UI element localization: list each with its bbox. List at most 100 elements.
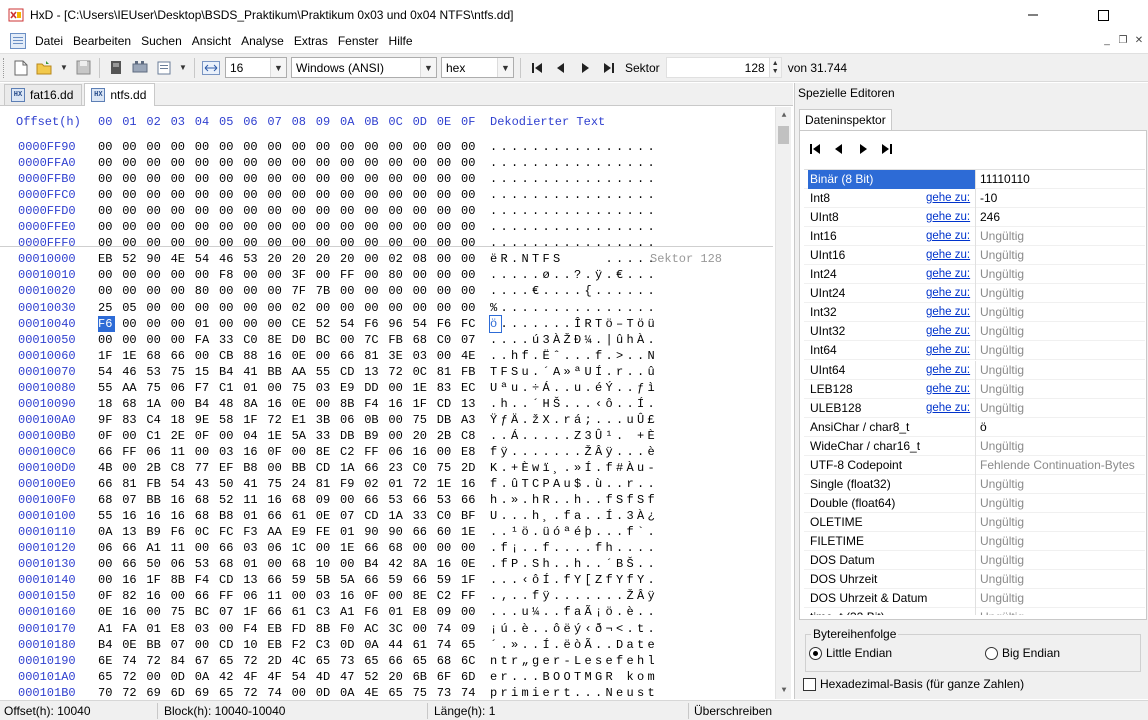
hex-byte[interactable]: 72 bbox=[243, 653, 263, 669]
decoded-text[interactable]: .... €....{...... bbox=[490, 283, 658, 299]
menu-bearbeiten[interactable]: Bearbeiten bbox=[68, 30, 136, 52]
hex-byte[interactable]: 4F bbox=[243, 669, 263, 685]
decoded-text[interactable]: n t r „ g e r - Le s e f e h l bbox=[490, 653, 658, 669]
hex-byte[interactable]: 08 bbox=[413, 251, 433, 267]
inspector-row[interactable]: OLETIME Ungültig bbox=[804, 512, 1145, 532]
inspector-row[interactable]: DOS Datum Ungültig bbox=[804, 551, 1145, 570]
hex-byte[interactable]: 88 bbox=[243, 348, 263, 364]
hex-byte[interactable]: E8 bbox=[413, 604, 433, 620]
hex-byte[interactable]: 00 bbox=[364, 155, 384, 171]
hex-byte[interactable]: 20 bbox=[267, 251, 287, 267]
hex-byte[interactable]: C3 bbox=[316, 604, 336, 620]
table-row[interactable]: 00010190 6E 74 72 84 67 65 72 2D 4C 65 73 65 66 65 68 6C… bbox=[0, 653, 773, 669]
toolbar-grip[interactable] bbox=[3, 57, 6, 78]
hex-byte[interactable]: 07 bbox=[340, 508, 360, 524]
hex-byte[interactable]: EB bbox=[267, 621, 287, 637]
last-sector-icon[interactable] bbox=[599, 58, 619, 78]
table-row[interactable]: 00010130 00 66 50 06 53 68 01 00 68 10 00 B4 42 8A 16 0E… bbox=[0, 556, 773, 572]
hex-byte[interactable]: EB bbox=[267, 637, 287, 653]
hex-byte[interactable]: 00 bbox=[413, 621, 433, 637]
mdi-minimize-icon[interactable]: _ bbox=[1100, 34, 1114, 48]
hex-byte[interactable]: 53 bbox=[388, 492, 408, 508]
hex-byte[interactable]: 68 bbox=[437, 653, 457, 669]
open-folder-icon[interactable] bbox=[35, 58, 55, 78]
hex-byte[interactable]: 00 bbox=[364, 235, 384, 251]
inspector-value[interactable]: 246 bbox=[980, 208, 1000, 227]
hex-byte[interactable]: 00 bbox=[437, 155, 457, 171]
hex-byte[interactable]: 00 bbox=[292, 187, 312, 203]
hex-byte[interactable]: 81 bbox=[437, 364, 457, 380]
hex-byte[interactable]: 66 bbox=[171, 348, 191, 364]
hex-byte[interactable]: 8B bbox=[171, 572, 191, 588]
hex-byte[interactable]: 00 bbox=[340, 139, 360, 155]
hex-byte[interactable]: 00 bbox=[98, 187, 118, 203]
hex-byte[interactable]: F4 bbox=[364, 396, 384, 412]
hex-byte[interactable]: 4E bbox=[171, 251, 191, 267]
hex-byte[interactable]: 74 bbox=[437, 637, 457, 653]
chevron-down-icon[interactable]: ▼ bbox=[497, 58, 513, 77]
hex-byte[interactable]: 00 bbox=[292, 219, 312, 235]
hex-byte[interactable]: 00 bbox=[219, 203, 239, 219]
hex-byte[interactable]: 16 bbox=[437, 556, 457, 572]
charset-select[interactable]: Windows (ANSI) ▼ bbox=[291, 57, 437, 78]
hex-byte[interactable]: 2D bbox=[461, 460, 481, 476]
hex-byte[interactable]: C0 bbox=[413, 460, 433, 476]
hex-byte[interactable]: 72 bbox=[267, 412, 287, 428]
hex-byte[interactable]: 81 bbox=[364, 348, 384, 364]
inspector-row[interactable]: Single (float32) Ungültig bbox=[804, 474, 1145, 494]
hex-byte[interactable]: 75 bbox=[171, 364, 191, 380]
hex-byte[interactable]: 00 bbox=[340, 155, 360, 171]
hex-byte[interactable]: 00 bbox=[122, 332, 142, 348]
inspector-row[interactable]: FILETIME Ungültig bbox=[804, 531, 1145, 551]
hex-byte[interactable]: 4B bbox=[98, 460, 118, 476]
hex-byte[interactable]: 00 bbox=[437, 300, 457, 316]
hex-byte[interactable]: 00 bbox=[340, 492, 360, 508]
table-row[interactable]: 00010000 EB 52 90 4E 54 46 53 20 20 20 20 00 02 08 00 00… bbox=[0, 251, 773, 267]
hex-byte[interactable]: 16 bbox=[122, 508, 142, 524]
table-row[interactable]: 00010140 00 16 1F 8B F4 CD 13 66 59 5B 5A 66 59 66 59 1F… bbox=[0, 572, 773, 588]
hex-byte[interactable]: 00 bbox=[243, 235, 263, 251]
hex-byte[interactable]: A1 bbox=[98, 621, 118, 637]
hex-byte[interactable]: 00 bbox=[364, 187, 384, 203]
hex-byte[interactable]: 18 bbox=[171, 412, 191, 428]
hex-byte[interactable]: 0C bbox=[413, 364, 433, 380]
hex-byte[interactable]: 16 bbox=[171, 492, 191, 508]
hex-byte[interactable]: F6 bbox=[171, 524, 191, 540]
hex-byte[interactable]: 2E bbox=[171, 428, 191, 444]
hex-byte[interactable]: 1A bbox=[340, 460, 360, 476]
hex-byte[interactable]: EF bbox=[219, 460, 239, 476]
hex-byte[interactable]: E8 bbox=[171, 621, 191, 637]
hex-byte[interactable]: 20 bbox=[413, 428, 433, 444]
hex-byte[interactable]: FB bbox=[461, 364, 481, 380]
hex-byte[interactable]: 6B bbox=[413, 669, 433, 685]
hex-byte[interactable]: C0 bbox=[437, 508, 457, 524]
hex-byte[interactable]: 00 bbox=[292, 139, 312, 155]
table-row[interactable]: 000100F0 68 07 BB 16 68 52 11 16 68 09 00 66 53 66 53 66… bbox=[0, 492, 773, 508]
first-sector-icon[interactable] bbox=[527, 58, 547, 78]
hex-byte[interactable]: 5A bbox=[292, 428, 312, 444]
hex-byte[interactable]: 7F bbox=[292, 283, 312, 299]
menu-hilfe[interactable]: Hilfe bbox=[384, 30, 418, 52]
hex-byte[interactable]: 52 bbox=[316, 316, 336, 332]
hex-byte[interactable]: BC bbox=[316, 332, 336, 348]
hex-byte[interactable]: 66 bbox=[388, 653, 408, 669]
hex-byte[interactable]: 41 bbox=[243, 476, 263, 492]
hex-byte[interactable]: 00 bbox=[388, 283, 408, 299]
hex-byte[interactable]: AA bbox=[292, 364, 312, 380]
decoded-text[interactable]: ëR.NTFS ..... bbox=[490, 251, 658, 267]
hex-byte[interactable]: 00 bbox=[171, 316, 191, 332]
hex-byte[interactable]: 00 bbox=[267, 155, 287, 171]
hex-byte[interactable]: 00 bbox=[437, 235, 457, 251]
hex-byte[interactable]: 00 bbox=[243, 139, 263, 155]
inspector-value[interactable]: Ungültig bbox=[980, 437, 1024, 456]
decoded-text[interactable]: ................ bbox=[490, 155, 658, 171]
hex-byte[interactable]: E9 bbox=[340, 380, 360, 396]
hex-byte[interactable]: 1F bbox=[98, 348, 118, 364]
hex-byte[interactable]: 66 bbox=[461, 492, 481, 508]
hex-byte[interactable]: BC bbox=[195, 604, 215, 620]
hex-byte[interactable]: CD bbox=[316, 460, 336, 476]
hex-byte[interactable]: 53 bbox=[243, 251, 263, 267]
hex-byte[interactable]: 00 bbox=[98, 556, 118, 572]
hex-byte[interactable]: 66 bbox=[364, 572, 384, 588]
hex-byte[interactable]: 00 bbox=[437, 267, 457, 283]
